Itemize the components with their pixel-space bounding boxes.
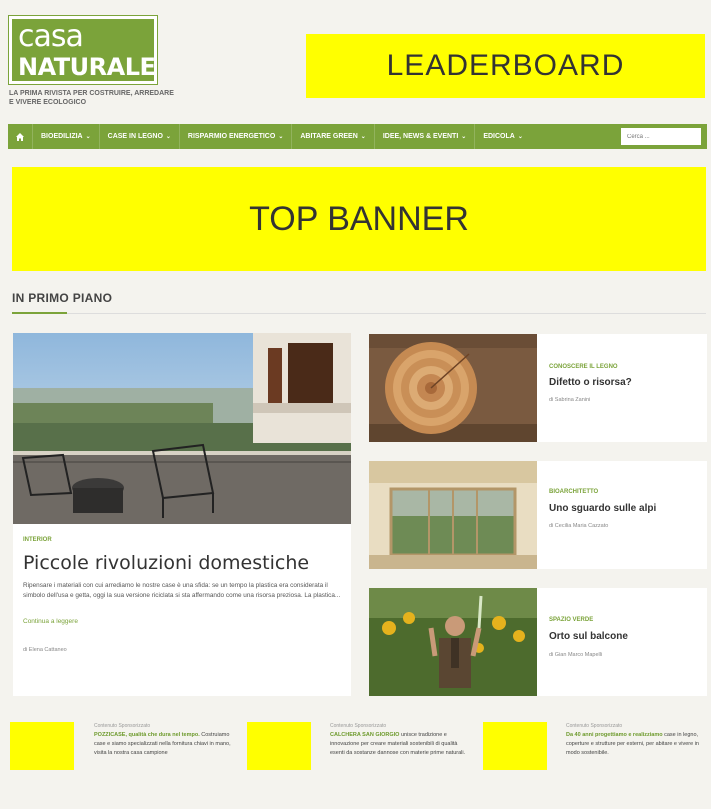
site-tagline: LA PRIMA RIVISTA PER COSTRUIRE, ARREDARE…: [9, 90, 174, 106]
sponsored-headline[interactable]: POZZICASE, qualità che dura nel tempo.: [94, 732, 200, 738]
side-article-card[interactable]: BIOARCHITETTO Uno sguardo sulle alpi di …: [369, 461, 707, 569]
article-author: di Gian Marco Mapelli: [549, 652, 603, 658]
article-author: di Elena Cattaneo: [23, 647, 67, 653]
nav-item-edicola[interactable]: EDICOLA ⌄: [474, 124, 531, 149]
side-article-card[interactable]: CONOSCERE IL LEGNO Difetto o risorsa? di…: [369, 334, 707, 442]
section-title: IN PRIMO PIANO: [12, 291, 113, 305]
site-logo[interactable]: casa NATURALE: [8, 15, 158, 85]
section-divider: [12, 313, 706, 314]
article-title[interactable]: Orto sul balcone: [549, 631, 628, 642]
sponsored-content[interactable]: Contenuto Sponsorizzato CALCHERA SAN GIO…: [330, 722, 468, 758]
article-author: di Sabrina Zanini: [549, 397, 591, 403]
article-category[interactable]: INTERIOR: [23, 537, 52, 543]
article-excerpt: Ripensare i materiali con cui arrediamo …: [23, 582, 341, 599]
leaderboard-ad[interactable]: LEADERBOARD: [306, 34, 705, 98]
side-article-image[interactable]: [369, 588, 537, 696]
chevron-down-icon: ⌄: [85, 134, 91, 140]
sponsored-label: Contenuto Sponsorizzato: [94, 723, 151, 729]
article-title[interactable]: Uno sguardo sulle alpi: [549, 503, 656, 514]
chevron-down-icon: ⌄: [360, 134, 366, 140]
article-author: di Cecilia Maria Cazzato: [549, 523, 609, 529]
top-banner-ad[interactable]: TOP BANNER: [12, 167, 706, 271]
article-category[interactable]: SPAZIO VERDE: [549, 617, 593, 623]
chevron-down-icon: ⌄: [278, 134, 284, 140]
logo-text-casa: casa: [18, 19, 84, 54]
sponsored-content[interactable]: Contenuto Sponsorizzato POZZICASE, quali…: [94, 722, 232, 758]
sponsored-headline[interactable]: Da 40 anni progettiamo e realizziamo: [566, 732, 663, 738]
logo-text-naturale: NATURALE: [18, 53, 156, 81]
featured-article-card[interactable]: INTERIOR Piccole rivoluzioni domestiche …: [13, 333, 351, 696]
article-category[interactable]: BIOARCHITETTO: [549, 489, 598, 495]
side-article-card[interactable]: SPAZIO VERDE Orto sul balcone di Gian Ma…: [369, 588, 707, 696]
chevron-down-icon: ⌄: [517, 134, 523, 140]
side-article-image[interactable]: [369, 334, 537, 442]
side-article-image[interactable]: [369, 461, 537, 569]
chevron-down-icon: ⌄: [461, 134, 467, 140]
sponsored-label: Contenuto Sponsorizzato: [330, 723, 387, 729]
article-category[interactable]: CONOSCERE IL LEGNO: [549, 364, 618, 370]
sponsored-headline[interactable]: CALCHERA SAN GIORGIO: [330, 732, 399, 738]
sponsored-content[interactable]: Contenuto Sponsorizzato Da 40 anni proge…: [566, 722, 704, 758]
section-divider-accent: [12, 312, 67, 314]
article-title[interactable]: Piccole rivoluzioni domestiche: [23, 552, 309, 574]
nav-item-abitare-green[interactable]: ABITARE GREEN ⌄: [291, 124, 373, 149]
sponsored-ad-image[interactable]: [483, 722, 547, 770]
main-nav: BIOEDILIZIA ⌄ CASE IN LEGNO ⌄ RISPARMIO EN…: [8, 124, 707, 149]
sponsored-ad-image[interactable]: [247, 722, 311, 770]
search-input[interactable]: [621, 128, 701, 145]
article-title[interactable]: Difetto o risorsa?: [549, 377, 632, 388]
nav-item-risparmio-energetico[interactable]: RISPARMIO ENERGETICO ⌄: [178, 124, 291, 149]
sponsored-label: Contenuto Sponsorizzato: [566, 723, 623, 729]
nav-item-case-in-legno[interactable]: CASE IN LEGNO ⌄: [98, 124, 179, 149]
home-icon[interactable]: [8, 124, 32, 149]
nav-item-idee-news-eventi[interactable]: IDEE, NEWS & EVENTI ⌄: [373, 124, 475, 149]
nav-item-bioedilizia[interactable]: BIOEDILIZIA ⌄: [32, 124, 99, 149]
featured-article-image[interactable]: [13, 333, 351, 524]
read-more-link[interactable]: Continua a leggere: [23, 618, 78, 625]
sponsored-ad-image[interactable]: [10, 722, 74, 770]
chevron-down-icon: ⌄: [165, 134, 171, 140]
